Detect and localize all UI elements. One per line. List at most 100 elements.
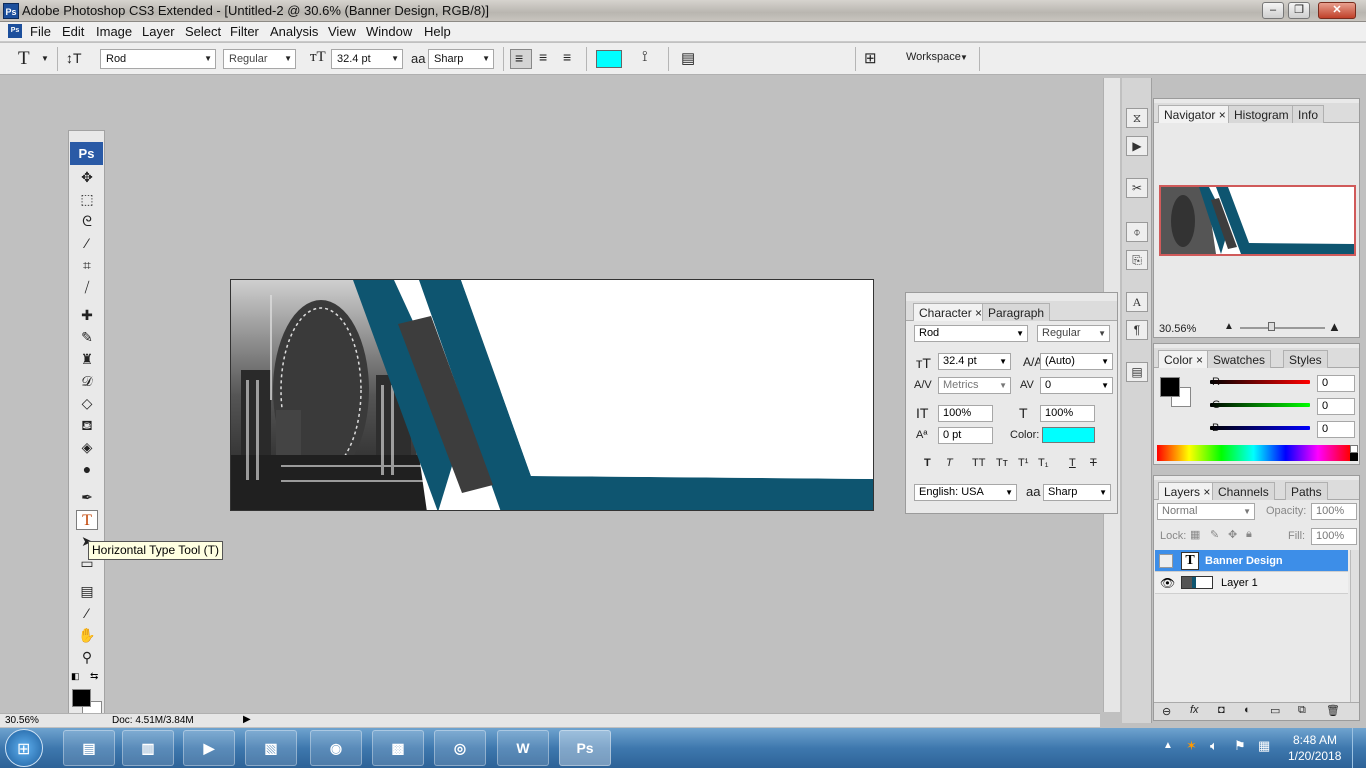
- paragraph-icon[interactable]: ¶: [1126, 320, 1148, 340]
- workspace-menu[interactable]: Workspace: [906, 51, 961, 63]
- align-left-button[interactable]: ≡: [510, 49, 532, 69]
- faux-bold-button[interactable]: T: [924, 457, 931, 469]
- swap-colors-icon[interactable]: ⇆: [90, 671, 98, 682]
- volume-icon[interactable]: 🔈︎: [1210, 738, 1218, 754]
- pen-tool-icon[interactable]: ✒: [76, 487, 98, 507]
- menu-window[interactable]: Window: [366, 24, 412, 39]
- navigator-slider-thumb[interactable]: [1268, 322, 1275, 331]
- char-color-swatch[interactable]: [1042, 427, 1095, 443]
- faux-italic-button[interactable]: T: [946, 457, 953, 469]
- tab-character[interactable]: Character ×: [913, 303, 989, 321]
- hand-tool-icon[interactable]: ✋: [76, 625, 98, 645]
- tab-color[interactable]: Color ×: [1158, 350, 1210, 368]
- eye-icon[interactable]: 👁︎: [1160, 572, 1175, 594]
- font-style-select[interactable]: Regular ▼: [223, 49, 296, 69]
- palettes-icon[interactable]: ▤: [681, 49, 695, 67]
- char-hscale[interactable]: 100%: [1040, 405, 1095, 422]
- blur-tool-icon[interactable]: ◈: [76, 437, 98, 457]
- channel-r-slider[interactable]: [1210, 380, 1310, 384]
- align-right-icon[interactable]: ≡: [563, 49, 571, 65]
- color-spectrum-bar[interactable]: [1157, 445, 1350, 461]
- new-layer-icon[interactable]: ⧉: [1298, 704, 1306, 717]
- horizontal-scrollbar[interactable]: [255, 713, 1100, 727]
- char-leading[interactable]: (Auto) ▼: [1040, 353, 1113, 370]
- network-icon[interactable]: ▦: [1258, 738, 1270, 754]
- crop-tool-icon[interactable]: ⌗: [76, 255, 98, 275]
- channel-g-value[interactable]: 0: [1317, 398, 1355, 415]
- maximize-button[interactable]: ❐: [1288, 2, 1310, 19]
- navigator-zoom[interactable]: 30.56%: [1159, 323, 1196, 335]
- status-menu-arrow[interactable]: ▶: [243, 714, 251, 725]
- strikethrough-button[interactable]: T: [1090, 457, 1097, 469]
- magic-wand-icon[interactable]: ⁄: [76, 233, 98, 253]
- zoom-in-icon[interactable]: ▲: [1328, 319, 1341, 334]
- char-antialias[interactable]: Sharp ▼: [1043, 484, 1111, 501]
- brushes-icon[interactable]: ⌽: [1126, 222, 1148, 242]
- chevron-down-icon[interactable]: ▼: [41, 54, 49, 63]
- media-player-icon[interactable]: ▶: [183, 730, 235, 766]
- paint-bucket-icon[interactable]: ⛾: [76, 415, 98, 435]
- clock-time[interactable]: 8:48 AM: [1293, 733, 1337, 747]
- lock-pixels-icon[interactable]: ✎: [1210, 528, 1219, 541]
- foreground-color-swatch[interactable]: [72, 689, 91, 707]
- horizontal-type-tool-icon[interactable]: T: [76, 510, 98, 530]
- menu-select[interactable]: Select: [185, 24, 221, 39]
- type-tool-preset-icon[interactable]: T: [18, 48, 30, 70]
- close-button[interactable]: ✕: [1318, 2, 1356, 19]
- menu-help[interactable]: Help: [424, 24, 451, 39]
- lock-transparency-icon[interactable]: ▦: [1190, 528, 1200, 541]
- word-icon[interactable]: W: [497, 730, 549, 766]
- tab-navigator[interactable]: Navigator ×: [1158, 105, 1232, 123]
- tray-app-icon[interactable]: ✶: [1186, 738, 1197, 754]
- chevron-down-icon[interactable]: ▼: [960, 53, 968, 62]
- lasso-tool-icon[interactable]: ᘓ: [76, 211, 98, 231]
- menu-filter[interactable]: Filter: [230, 24, 259, 39]
- char-size[interactable]: 32.4 pt ▼: [938, 353, 1011, 370]
- blend-mode-select[interactable]: Normal ▼: [1157, 503, 1255, 520]
- font-family-select[interactable]: Rod ▼: [100, 49, 216, 69]
- slice-tool-icon[interactable]: ⧸: [76, 277, 98, 297]
- superscript-button[interactable]: T¹: [1018, 457, 1028, 469]
- menu-analysis[interactable]: Analysis: [270, 24, 318, 39]
- show-desktop-button[interactable]: [1352, 728, 1366, 768]
- history-brush-icon[interactable]: 𝒟: [76, 371, 98, 391]
- show-hidden-icons-icon[interactable]: ▲: [1163, 740, 1173, 751]
- lock-all-icon[interactable]: 🔒︎: [1246, 528, 1252, 541]
- fill-field[interactable]: 100%: [1311, 528, 1357, 545]
- tab-paths[interactable]: Paths: [1285, 482, 1328, 500]
- layer-row-banner-design[interactable]: T Banner Design: [1155, 550, 1348, 572]
- tab-channels[interactable]: Channels: [1212, 482, 1275, 500]
- channel-g-slider[interactable]: [1210, 403, 1310, 407]
- status-doc-size[interactable]: Doc: 4.51M/3.84M: [112, 715, 194, 726]
- visibility-toggle[interactable]: [1159, 554, 1173, 568]
- color-fg-swatch[interactable]: [1160, 377, 1180, 397]
- channel-b-slider[interactable]: [1210, 426, 1310, 430]
- tab-info[interactable]: Info: [1292, 105, 1325, 123]
- char-baseline[interactable]: 0 pt: [938, 427, 993, 444]
- brush-tool-icon[interactable]: ✎: [76, 327, 98, 347]
- photoshop-taskbar-icon[interactable]: Ps: [559, 730, 611, 766]
- dodge-tool-icon[interactable]: ●: [76, 459, 98, 479]
- marquee-tool-icon[interactable]: ⬚: [76, 189, 98, 209]
- align-center-icon[interactable]: ≡: [539, 49, 547, 65]
- char-tracking[interactable]: 0 ▼: [1040, 377, 1113, 394]
- character-icon[interactable]: A: [1126, 292, 1148, 312]
- tab-layers[interactable]: Layers ×: [1158, 482, 1217, 500]
- video-icon[interactable]: ▩: [372, 730, 424, 766]
- menu-file[interactable]: File: [30, 24, 51, 39]
- opacity-field[interactable]: 100%: [1311, 503, 1357, 520]
- chrome-icon[interactable]: ◉: [310, 730, 362, 766]
- movie-maker-icon[interactable]: ▧: [245, 730, 297, 766]
- new-group-icon[interactable]: ▭: [1270, 704, 1280, 717]
- action-center-icon[interactable]: ⚑: [1234, 738, 1246, 754]
- actions-icon[interactable]: ▶: [1126, 136, 1148, 156]
- underline-button[interactable]: T: [1069, 457, 1076, 469]
- disc-icon[interactable]: ◎: [434, 730, 486, 766]
- clone-stamp-icon[interactable]: ♜: [76, 349, 98, 369]
- minimize-button[interactable]: –: [1262, 2, 1284, 19]
- tab-histogram[interactable]: Histogram: [1228, 105, 1295, 123]
- toggle-orientation-icon[interactable]: ↕T: [66, 50, 82, 66]
- document-canvas[interactable]: [230, 279, 874, 511]
- channel-r-value[interactable]: 0: [1317, 375, 1355, 392]
- spectrum-black-swatch[interactable]: [1350, 453, 1358, 461]
